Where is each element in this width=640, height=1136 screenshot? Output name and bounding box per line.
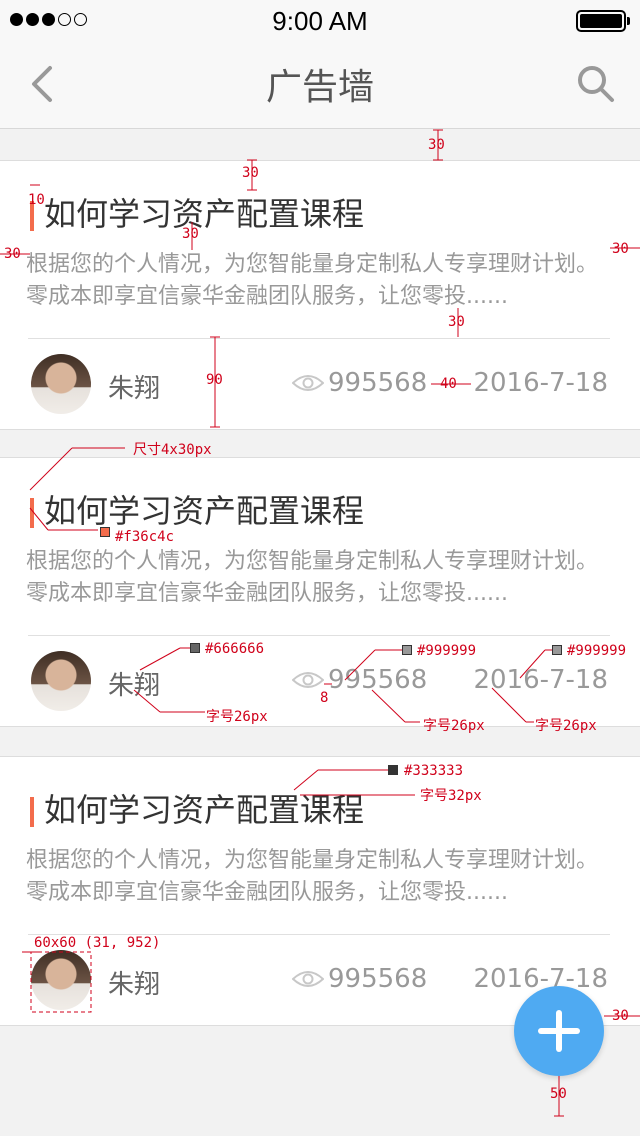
battery-icon [576,10,630,32]
color-swatch [100,527,110,537]
avatar[interactable] [31,950,91,1010]
author-name[interactable]: 朱翔 [108,665,160,702]
view-count: 995568 [328,368,428,398]
article-description: 根据您的个人情况，为您智能量身定制私人专享理财计划。零成本即享宜信豪华金融团队服… [26,848,599,905]
spacing-annotation: 30 [612,241,629,257]
spacing-annotation: 40 [440,376,457,392]
spacing-annotation: 30 [612,1008,629,1024]
avatar-annotation: 60x60 (31, 952) [34,935,161,951]
title-accent-bar [30,498,34,528]
color-annotation: #999999 [567,643,627,659]
spacing-annotation: 30 [182,226,199,242]
color-swatch [190,643,200,653]
avatar[interactable] [31,651,91,711]
add-button[interactable] [514,986,604,1076]
article-title[interactable]: 如何学习资产配置课程 [44,486,364,532]
author-name[interactable]: 朱翔 [108,368,160,405]
spacing-annotation: 50 [550,1086,567,1102]
color-annotation: #f36c4c [115,529,175,545]
navigation-bar: 广告墙 [0,40,640,129]
eye-icon [292,672,324,688]
color-annotation: #666666 [205,641,265,657]
spacing-annotation: 30 [4,246,21,262]
article-description: 根据您的个人情况，为您智能量身定制私人专享理财计划。零成本即享宜信豪华金融团队服… [26,549,599,606]
color-swatch [552,645,562,655]
color-swatch [388,765,398,775]
article-card[interactable]: 如何学习资产配置课程 根据您的个人情况，为您智能量身定制私人专享理财计划。零成本… [0,756,640,1026]
spacing-annotation: 10 [28,192,45,208]
article-title[interactable]: 如何学习资产配置课程 [44,189,364,235]
page-title: 广告墙 [265,67,374,108]
publish-date: 2016-7-18 [473,665,608,695]
status-bar: 9:00 AM [0,0,640,40]
title-accent-bar [30,797,34,827]
view-count: 995568 [328,665,428,695]
spacing-annotation: 90 [206,372,223,388]
font-size-annotation: 字号26px [206,709,268,725]
search-icon [578,66,614,102]
spacing-annotation: 8 [320,690,329,706]
eye-icon [292,971,324,987]
color-annotation: #333333 [404,763,464,779]
article-card[interactable]: 如何学习资产配置课程 根据您的个人情况，为您智能量身定制私人专享理财计划。零成本… [0,160,640,430]
status-time: 9:00 AM [272,6,368,36]
eye-icon [292,375,324,391]
font-size-annotation: 字号26px [423,718,485,734]
publish-date: 2016-7-18 [473,368,608,398]
avatar[interactable] [31,354,91,414]
font-size-annotation: 字号26px [535,718,597,734]
font-size-annotation: 字号32px [420,788,482,804]
article-description: 根据您的个人情况，为您智能量身定制私人专享理财计划。零成本即享宜信豪华金融团队服… [26,252,599,309]
size-annotation: 尺寸4x30px [133,442,212,458]
article-title[interactable]: 如何学习资产配置课程 [44,785,364,831]
spacing-annotation: 30 [428,137,445,153]
search-button[interactable] [574,62,618,106]
view-count: 995568 [328,964,428,994]
spacing-annotation: 30 [242,165,259,181]
author-name[interactable]: 朱翔 [108,964,160,1001]
spacing-annotation: 30 [448,314,465,330]
article-card[interactable]: 如何学习资产配置课程 根据您的个人情况，为您智能量身定制私人专享理财计划。零成本… [0,457,640,727]
color-annotation: #999999 [417,643,477,659]
divider [28,635,610,636]
divider [28,338,610,339]
color-swatch [402,645,412,655]
